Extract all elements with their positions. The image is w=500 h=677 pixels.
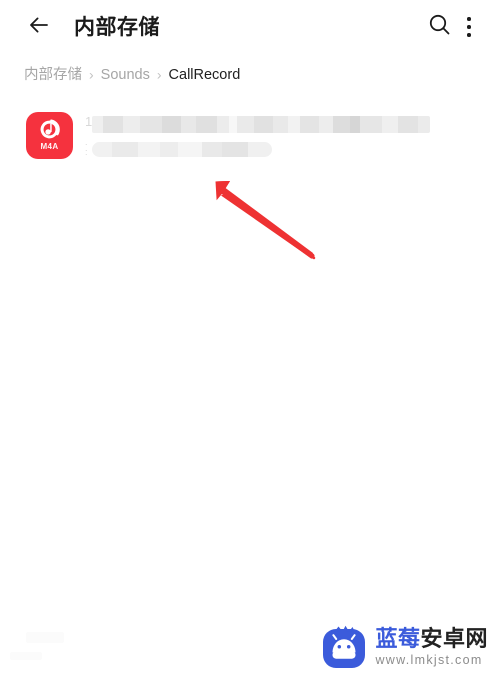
audio-file-icon: M4A xyxy=(26,112,73,159)
redaction-block xyxy=(300,116,319,133)
annotation-arrow xyxy=(196,168,326,268)
breadcrumb-item-callrecord[interactable]: CallRecord xyxy=(169,68,241,83)
search-button[interactable] xyxy=(422,10,456,44)
redaction-block xyxy=(140,116,163,133)
redaction-block xyxy=(360,116,383,133)
redaction-block xyxy=(248,142,272,157)
redaction-block xyxy=(178,142,202,157)
redaction-block xyxy=(160,142,178,157)
arrow-left-icon xyxy=(27,13,51,42)
watermark-title: 蓝莓安卓网 xyxy=(375,627,488,651)
list-item[interactable]: M4A 1 . : xyxy=(0,100,500,171)
redaction-block xyxy=(333,116,351,133)
redaction-block xyxy=(237,116,255,133)
redaction-block xyxy=(196,116,217,133)
redaction-block xyxy=(222,142,248,157)
app-bar: 内部存储 xyxy=(0,0,500,54)
watermark-url: www.lmkjst.com xyxy=(375,653,483,668)
redaction-block xyxy=(382,116,398,133)
redaction-block xyxy=(288,116,301,133)
redaction-block xyxy=(138,142,160,157)
redaction-block xyxy=(418,116,430,133)
back-button[interactable] xyxy=(24,12,54,42)
breadcrumb-item-internal-storage[interactable]: 内部存储 xyxy=(24,68,82,83)
breadcrumb-separator: › xyxy=(89,66,94,83)
more-vertical-icon xyxy=(467,16,471,38)
file-meta: 1 . : xyxy=(85,112,484,157)
redaction-block xyxy=(254,116,273,133)
redaction-block xyxy=(216,116,229,133)
file-detail-redacted xyxy=(92,142,272,157)
watermark-title-blue: 蓝莓 xyxy=(375,626,421,652)
redaction-block xyxy=(228,116,238,133)
background-artifact xyxy=(26,632,64,643)
watermark-text: 蓝莓安卓网 www.lmkjst.com xyxy=(375,627,488,666)
redaction-block xyxy=(123,116,141,133)
redaction-block xyxy=(92,116,104,133)
file-extension-label: M4A xyxy=(40,142,59,151)
redaction-block xyxy=(103,116,124,133)
redaction-block xyxy=(92,142,112,157)
breadcrumb-item-sounds[interactable]: Sounds xyxy=(101,68,150,83)
watermark: 蓝莓安卓网 www.lmkjst.com xyxy=(322,625,488,669)
redaction-block xyxy=(397,116,419,133)
redaction-block xyxy=(162,116,182,133)
android-robot-icon xyxy=(322,625,366,669)
redaction-block xyxy=(202,142,222,157)
music-note-circle-icon xyxy=(37,117,62,142)
more-options-button[interactable] xyxy=(456,10,482,44)
breadcrumb-separator: › xyxy=(156,66,162,83)
page-title: 内部存储 xyxy=(74,15,160,39)
redaction-edge-artifact: : xyxy=(85,147,88,157)
watermark-title-dark: 安卓网 xyxy=(420,626,488,652)
redaction-block xyxy=(350,116,361,133)
background-artifact xyxy=(10,652,42,660)
file-name-redacted xyxy=(92,116,430,133)
search-icon xyxy=(427,12,452,42)
redaction-block xyxy=(318,116,334,133)
redaction-edge-artifact: . xyxy=(85,137,88,147)
redaction-block xyxy=(112,142,138,157)
file-manager-screen: 内部存储 内部存储 › Sounds › CallRecord M4A 1 . … xyxy=(0,0,500,677)
redaction-block xyxy=(272,116,289,133)
file-list: M4A 1 . : xyxy=(0,100,500,171)
redaction-block xyxy=(181,116,197,133)
breadcrumb: 内部存储 › Sounds › CallRecord xyxy=(24,62,240,88)
redaction-edge-artifact: 1 xyxy=(85,114,93,129)
